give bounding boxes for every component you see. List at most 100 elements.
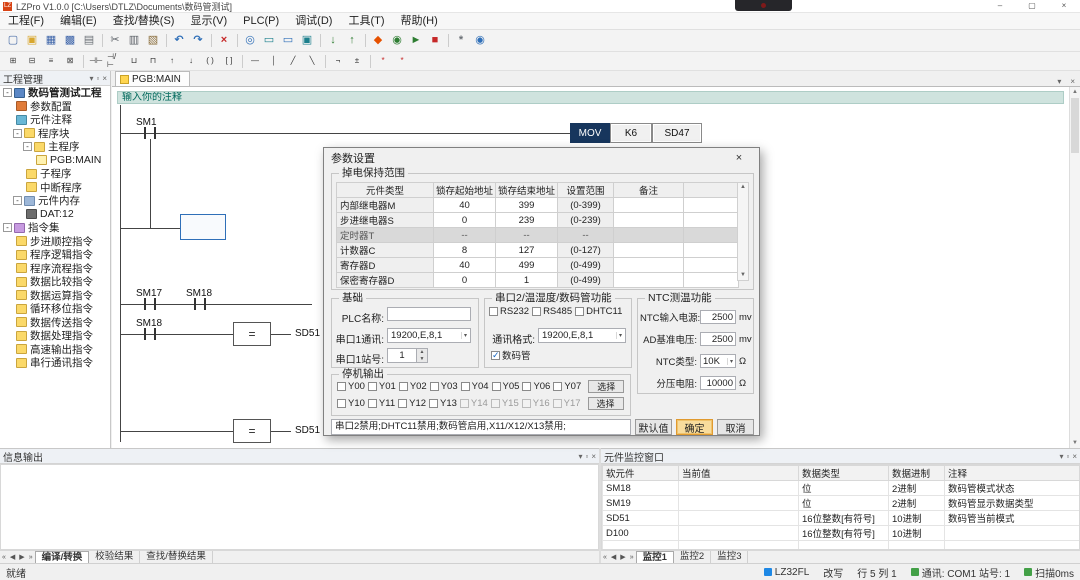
tree-item[interactable]: 串行通讯指令 [0, 356, 110, 370]
tab-close-icon[interactable]: × [1070, 77, 1075, 86]
help-button[interactable]: ◉ [471, 32, 489, 49]
tree-item[interactable]: 元件注释 [0, 113, 110, 127]
cell-selection-cursor[interactable] [180, 214, 226, 240]
falling-edge-button[interactable]: ↓ [182, 53, 200, 70]
tree-item[interactable]: 数据处理指令 [0, 329, 110, 343]
monitor-cell[interactable]: 数码管模式状态 [945, 481, 1080, 496]
tree-item[interactable]: -数码管测试工程 [0, 86, 110, 100]
menu-debug[interactable]: 调试(D) [287, 13, 340, 30]
com1-format-select[interactable]: 19200,E,8,1 ▾ [387, 328, 471, 343]
retain-cell[interactable]: 399 [496, 198, 558, 213]
tab-compile-convert[interactable]: 编译/转换 [35, 551, 90, 563]
tree-item[interactable]: DAT:12 [0, 208, 110, 222]
instruction-button[interactable]: [ ] [220, 53, 238, 70]
checkbox-Y01[interactable]: Y01 [368, 381, 396, 392]
scroll-up-icon[interactable]: ▲ [1072, 89, 1078, 95]
mov-instruction[interactable]: MOV K6 SD47 [570, 123, 702, 143]
tree-item[interactable]: 循环移位指令 [0, 302, 110, 316]
tree-item[interactable]: 数据比较指令 [0, 275, 110, 289]
contact-bar-icon[interactable] [154, 127, 156, 139]
project-panel-header[interactable]: 工程管理 ▾ ▫ × [0, 71, 110, 86]
download-plc-button[interactable]: ↓ [324, 32, 342, 49]
monitor-header-cell[interactable]: 软元件 [603, 466, 679, 481]
monitor-cell[interactable] [679, 496, 799, 511]
contact-bar-icon[interactable] [144, 127, 146, 139]
compare-block[interactable]: = [233, 419, 271, 443]
save-all-button[interactable]: ▩ [61, 32, 79, 49]
info-nav-prev-icon[interactable]: ◀ [8, 553, 17, 561]
scroll-down-icon[interactable]: ▼ [1070, 438, 1080, 448]
tab-find-replace-result[interactable]: 查找/替换结果 [140, 551, 213, 563]
tree-expander-icon[interactable]: - [23, 142, 32, 151]
tree-item[interactable]: 程序流程指令 [0, 262, 110, 276]
station-input[interactable]: 1 [387, 348, 417, 363]
retain-row[interactable]: 寄存器D40499(0-499) [337, 258, 739, 273]
rising-edge-button[interactable]: ↑ [163, 53, 181, 70]
tab-monitor-1[interactable]: 监控1 [636, 551, 674, 563]
closed-contact-button[interactable]: ⊣/⊢ [106, 53, 124, 70]
tab-list-icon[interactable]: ▾ [1057, 77, 1061, 86]
plc-name-input[interactable] [387, 307, 471, 321]
tree-item[interactable]: -程序块 [0, 127, 110, 141]
monitor-header-cell[interactable]: 注释 [945, 466, 1080, 481]
minimize-button[interactable]: – [984, 0, 1016, 12]
menu-view[interactable]: 显示(V) [182, 13, 235, 30]
retain-cell[interactable]: 127 [496, 243, 558, 258]
h-line-button[interactable]: — [246, 53, 264, 70]
cancel-button[interactable]: 取消 [717, 419, 754, 435]
retain-row[interactable]: 内部继电器M40399(0-399) [337, 198, 739, 213]
spinner-down-icon[interactable]: ▼ [417, 356, 427, 363]
checkbox-Y13[interactable]: Y13 [429, 398, 457, 409]
monitor-cell[interactable] [603, 541, 679, 551]
print-button[interactable]: ▤ [80, 32, 98, 49]
contact-bar-icon[interactable] [154, 298, 156, 310]
online-button[interactable]: ◉ [388, 32, 406, 49]
tree-item[interactable]: 中断程序 [0, 181, 110, 195]
retain-cell[interactable]: 8 [434, 243, 496, 258]
paste-button[interactable]: ▧ [144, 32, 162, 49]
scroll-up-icon[interactable]: ▲ [740, 184, 746, 190]
tree-item[interactable]: 子程序 [0, 167, 110, 181]
retain-cell[interactable]: 499 [496, 258, 558, 273]
menu-find-replace[interactable]: 查找/替换(S) [105, 13, 183, 30]
tab-pgb-main[interactable]: PGB:MAIN [115, 71, 190, 86]
scroll-down-icon[interactable]: ▼ [738, 271, 748, 280]
checkbox-Y04[interactable]: Y04 [461, 381, 489, 392]
tab-monitor-2[interactable]: 监控2 [674, 551, 711, 563]
monitor-cell[interactable]: 位 [799, 481, 889, 496]
v-line-button[interactable]: │ [265, 53, 283, 70]
ntc-type-select[interactable]: 10K▾ [700, 354, 736, 368]
tree-item[interactable]: 高速输出指令 [0, 343, 110, 357]
editor-scrollbar[interactable]: ▲ ▼ [1069, 87, 1080, 448]
monitor-cell[interactable]: 10进制 [889, 511, 945, 526]
comm-format-select[interactable]: 19200,E,8,1 ▾ [538, 328, 626, 343]
open-contact-button[interactable]: ⊣⊢ [87, 53, 105, 70]
tree-item[interactable]: -主程序 [0, 140, 110, 154]
mov-arg1[interactable]: K6 [610, 123, 652, 143]
monitor-cell[interactable] [679, 481, 799, 496]
contact-bar-icon[interactable] [144, 298, 146, 310]
monitor-cell[interactable]: SM19 [603, 496, 679, 511]
new-file-button[interactable]: ▢ [4, 32, 22, 49]
checkbox-Y03[interactable]: Y03 [430, 381, 458, 392]
panel-close-icon[interactable]: × [1072, 452, 1077, 461]
select-outputs-button[interactable]: 选择 [588, 397, 624, 410]
contact-bar-icon[interactable] [144, 328, 146, 340]
panel-close-icon[interactable]: × [591, 452, 596, 461]
monitor-cell[interactable] [679, 526, 799, 541]
status-edit-mode[interactable]: 改写 [823, 565, 843, 580]
retain-cell[interactable]: 40 [434, 198, 496, 213]
menu-project[interactable]: 工程(F) [0, 13, 52, 30]
maximize-button[interactable]: ▢ [1016, 0, 1048, 12]
run-button[interactable]: ► [407, 32, 425, 49]
star2-tool-button[interactable]: * [393, 53, 411, 70]
divider-resistor-input[interactable]: 10000 [700, 376, 736, 390]
checkbox-Y07[interactable]: Y07 [553, 381, 581, 392]
retain-scrollbar[interactable]: ▲ ▼ [737, 182, 749, 281]
checkbox-RS485[interactable]: RS485 [532, 306, 572, 317]
station-spinner[interactable]: ▲ ▼ [417, 348, 428, 363]
open-folder-button[interactable]: ▣ [23, 32, 41, 49]
stop-button[interactable]: ■ [426, 32, 444, 49]
tab-monitor-3[interactable]: 监控3 [711, 551, 748, 563]
retain-cell[interactable]: 0 [434, 213, 496, 228]
